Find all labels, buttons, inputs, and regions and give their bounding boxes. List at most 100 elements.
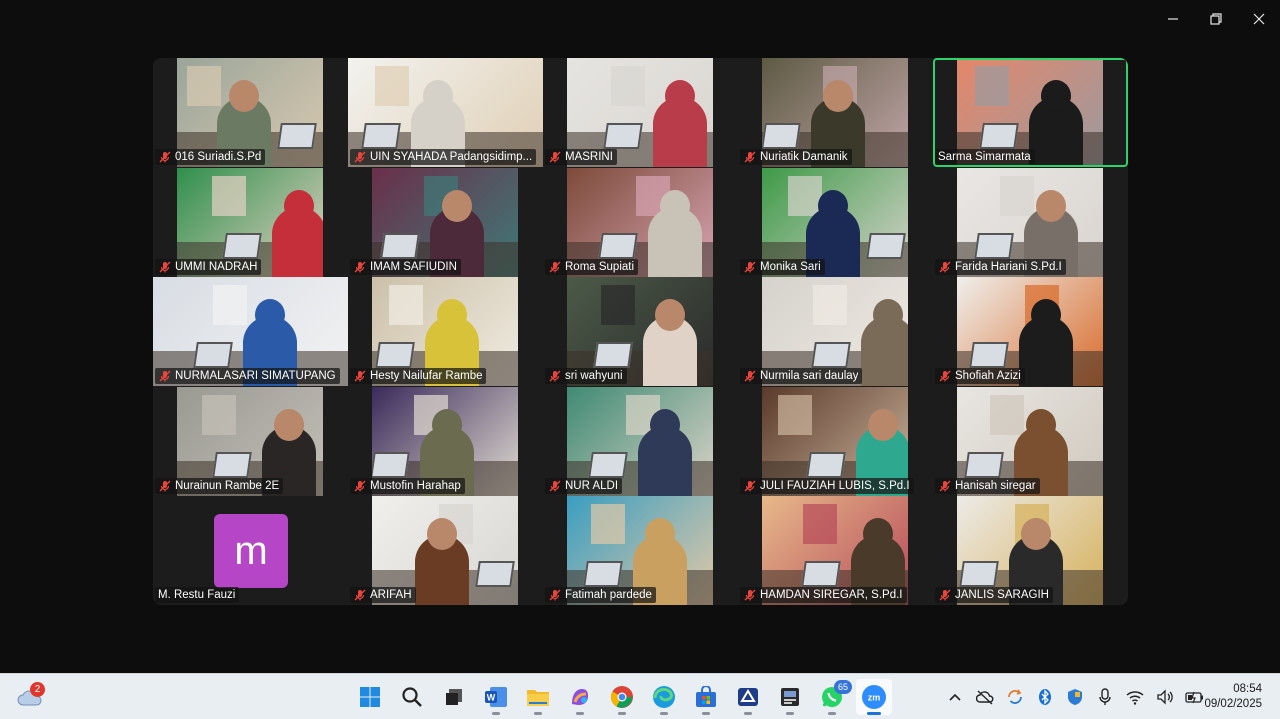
participant-name: M. Restu Fauzi: [158, 589, 236, 601]
weather-widget[interactable]: 2: [14, 682, 48, 712]
chrome-icon: [610, 685, 634, 709]
participant-tile[interactable]: HAMDAN SIREGAR, S.Pd.I: [738, 496, 933, 605]
participant-tile[interactable]: Shofiah Azizi: [933, 277, 1128, 386]
muted-microphone-icon: [549, 480, 561, 491]
muted-microphone-icon: [159, 480, 171, 491]
participant-tile[interactable]: Fatimah pardede: [543, 496, 738, 605]
windows-logo: [359, 686, 381, 708]
muted-microphone-icon: [354, 480, 366, 491]
participant-name-bar: ARIFAH: [350, 587, 416, 603]
running-indicator: [492, 712, 500, 715]
edge-icon: [652, 685, 676, 709]
wifi-icon[interactable]: [1124, 686, 1146, 708]
taskbar-id-app-button[interactable]: [772, 679, 808, 715]
muted-microphone-icon: [744, 151, 756, 163]
participant-name: Mustofin Harahap: [370, 479, 461, 492]
close-icon: [1253, 13, 1264, 25]
taskbar-zoom-button[interactable]: zm: [856, 679, 892, 715]
participant-name-bar: UMMI NADRAH: [155, 258, 262, 275]
participant-tile[interactable]: Roma Supiati: [543, 167, 738, 277]
participant-name: Shofiah Azizi: [955, 370, 1021, 382]
participant-name-bar: Roma Supiati: [545, 258, 639, 275]
taskbar-file-explorer-button[interactable]: [520, 679, 556, 715]
minimize-button[interactable]: [1151, 0, 1194, 38]
taskbar-whatsapp-button[interactable]: 65: [814, 679, 852, 715]
participant-name: Hesty Nailufar Rambe: [370, 370, 483, 382]
svg-text:zm: zm: [868, 693, 881, 703]
participant-tile[interactable]: 016 Suriadi.S.Pd: [153, 58, 348, 167]
participant-tile[interactable]: Monika Sari: [738, 167, 933, 277]
participant-tile[interactable]: IMAM SAFIUDIN: [348, 167, 543, 277]
taskbar-word-button[interactable]: W: [478, 679, 514, 715]
participant-tile[interactable]: Nurmila sari daulay: [738, 277, 933, 386]
taskbar-task-view-button[interactable]: [436, 679, 472, 715]
folder-icon: [526, 686, 550, 708]
taskbar-windows-start-button[interactable]: [352, 679, 388, 715]
participant-tile[interactable]: UMMI NADRAH: [153, 167, 348, 277]
copilot-icon: [568, 686, 592, 708]
taskbar-search-button[interactable]: [394, 679, 430, 715]
participant-tile[interactable]: MASRINI: [543, 58, 738, 167]
taskbar-chrome-button[interactable]: [604, 679, 640, 715]
participant-name: JULI FAUZIAH LUBIS, S.Pd.I: [760, 479, 910, 492]
participant-tile[interactable]: Hanisah siregar: [933, 386, 1128, 496]
participant-tile[interactable]: Hesty Nailufar Rambe: [348, 277, 543, 386]
muted-microphone-icon: [549, 151, 561, 163]
participant-tile[interactable]: Nurainun Rambe 2E: [153, 386, 348, 496]
taskbar-edge-button[interactable]: [646, 679, 682, 715]
minimize-icon: [1167, 18, 1178, 20]
muted-microphone-icon: [354, 151, 366, 163]
participant-tile[interactable]: NURMALASARI SIMATUPANG: [153, 277, 348, 386]
participant-tile[interactable]: Sarma Simarmata: [933, 58, 1128, 167]
muted-microphone-icon: [159, 151, 171, 163]
restore-button[interactable]: [1194, 0, 1237, 38]
participant-tile[interactable]: JULI FAUZIAH LUBIS, S.Pd.I: [738, 386, 933, 496]
participant-name: Nurainun Rambe 2E: [175, 479, 280, 492]
svg-text:W: W: [487, 693, 496, 703]
volume-icon[interactable]: [1154, 686, 1176, 708]
running-indicator: [618, 712, 626, 715]
app-icon: [736, 686, 760, 708]
participant-name-bar: NUR ALDI: [545, 477, 623, 494]
chevron-up-icon[interactable]: [944, 686, 966, 708]
participant-tile[interactable]: m M. Restu Fauzi: [153, 496, 348, 605]
participant-name-bar: Shofiah Azizi: [935, 368, 1025, 384]
participant-name-bar: JULI FAUZIAH LUBIS, S.Pd.I: [740, 477, 914, 494]
clock[interactable]: 08:54 09/02/2025: [1204, 682, 1262, 712]
participant-name: Roma Supiati: [565, 260, 635, 273]
participant-tile[interactable]: NUR ALDI: [543, 386, 738, 496]
battery-icon[interactable]: [1184, 686, 1206, 708]
participant-name-bar: Mustofin Harahap: [350, 477, 465, 494]
participant-tile[interactable]: Mustofin Harahap: [348, 386, 543, 496]
gallery-view: 016 Suriadi.S.Pd UIN SYAHADA Padangsidim…: [153, 58, 1128, 605]
participant-name: NUR ALDI: [565, 479, 619, 492]
zoom-icon: zm: [861, 684, 887, 710]
participant-tile[interactable]: UIN SYAHADA Padangsidimp...: [348, 58, 543, 167]
bluetooth-icon[interactable]: [1034, 686, 1056, 708]
word-icon: W: [484, 686, 508, 708]
taskbar-store-button[interactable]: [688, 679, 724, 715]
participant-name-bar: Farida Hariani S.Pd.I: [935, 258, 1066, 275]
app-badge: 65: [834, 680, 852, 694]
cloud-off-icon[interactable]: [974, 686, 996, 708]
close-button[interactable]: [1237, 0, 1280, 38]
participant-name: sri wahyuni: [565, 370, 623, 382]
shield-icon[interactable]: [1064, 686, 1086, 708]
clock-date: 09/02/2025: [1204, 698, 1262, 710]
participant-name-bar: Nuriatik Damanik: [740, 149, 852, 165]
participant-tile[interactable]: sri wahyuni: [543, 277, 738, 386]
sync-icon[interactable]: [1004, 686, 1026, 708]
participant-name-bar: Fatimah pardede: [545, 587, 656, 603]
running-indicator: [702, 712, 710, 715]
search-icon: [401, 686, 423, 708]
muted-microphone-icon: [549, 589, 561, 601]
microphone-icon[interactable]: [1094, 686, 1116, 708]
participant-tile[interactable]: ARIFAH: [348, 496, 543, 605]
participant-tile[interactable]: JANLIS SARAGIH: [933, 496, 1128, 605]
participant-tile[interactable]: Nuriatik Damanik: [738, 58, 933, 167]
taskbar-app-unknown-button[interactable]: [730, 679, 766, 715]
participant-name: UMMI NADRAH: [175, 260, 258, 273]
participant-tile[interactable]: Farida Hariani S.Pd.I: [933, 167, 1128, 277]
participant-name: HAMDAN SIREGAR, S.Pd.I: [760, 589, 903, 601]
taskbar-copilot-button[interactable]: [562, 679, 598, 715]
